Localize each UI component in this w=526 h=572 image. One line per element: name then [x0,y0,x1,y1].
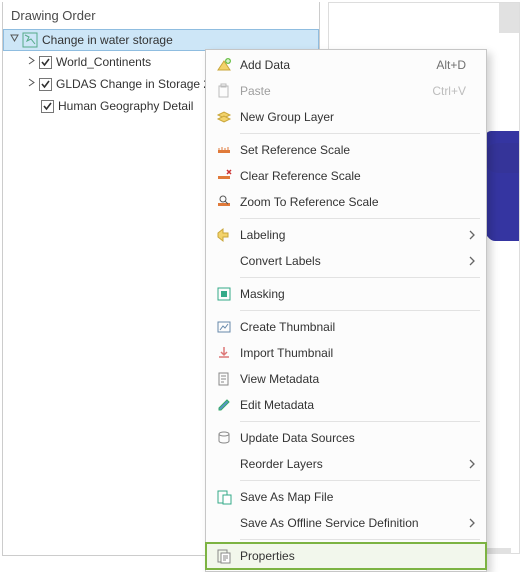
menu-label: Reorder Layers [236,457,466,471]
tree-label: GLDAS Change in Storage 2003 [56,77,230,91]
tree-label: Change in water storage [42,33,173,47]
menu-label: New Group Layer [236,110,466,124]
menu-separator [240,218,480,219]
menu-label: Zoom To Reference Scale [236,195,466,209]
menu-add-data[interactable]: Add Data Alt+D [206,52,486,78]
save-mapfile-icon [212,489,236,505]
masking-icon [212,286,236,302]
menu-label: Save As Map File [236,490,466,504]
menu-save-as-map-file[interactable]: Save As Map File [206,484,486,510]
map-icon [22,32,38,48]
chevron-right-icon [466,459,478,469]
properties-icon [212,548,236,564]
menu-label: Edit Metadata [236,398,466,412]
menu-shortcut: Alt+D [436,58,466,72]
menu-label: Properties [236,549,466,563]
expand-icon[interactable] [25,78,37,90]
collapse-icon[interactable] [8,34,20,46]
checkbox-checked[interactable] [39,56,52,69]
map-side-tab[interactable] [499,3,519,33]
menu-separator [240,421,480,422]
metadata-icon [212,371,236,387]
menu-new-group-layer[interactable]: New Group Layer [206,104,486,130]
zoom-scale-icon [212,194,236,210]
menu-labeling[interactable]: Labeling [206,222,486,248]
menu-clear-reference-scale[interactable]: Clear Reference Scale [206,163,486,189]
chevron-right-icon [466,256,478,266]
checkbox-checked[interactable] [39,78,52,91]
chevron-right-icon [466,518,478,528]
context-menu: Add Data Alt+D Paste Ctrl+V New Group La… [205,49,487,572]
menu-label: Update Data Sources [236,431,466,445]
panel-header: Drawing Order [3,2,319,29]
import-icon [212,345,236,361]
menu-label: Convert Labels [236,254,466,268]
menu-shortcut: Ctrl+V [432,84,466,98]
menu-properties[interactable]: Properties [206,543,486,569]
menu-paste: Paste Ctrl+V [206,78,486,104]
chevron-right-icon [466,230,478,240]
labeling-icon [212,227,236,243]
checkbox-checked[interactable] [41,100,54,113]
menu-separator [240,310,480,311]
tree-label: World_Continents [56,55,151,69]
set-scale-icon [212,142,236,158]
menu-reorder-layers[interactable]: Reorder Layers [206,451,486,477]
expand-icon[interactable] [25,56,37,68]
menu-label: Clear Reference Scale [236,169,466,183]
menu-view-metadata[interactable]: View Metadata [206,366,486,392]
tree-row-map[interactable]: Change in water storage [3,29,319,51]
menu-separator [240,480,480,481]
thumbnail-icon [212,319,236,335]
menu-separator [240,539,480,540]
menu-import-thumbnail[interactable]: Import Thumbnail [206,340,486,366]
pencil-icon [212,397,236,413]
menu-zoom-reference-scale[interactable]: Zoom To Reference Scale [206,189,486,215]
tree-label: Human Geography Detail [58,99,193,113]
paste-icon [212,83,236,99]
layers-icon [212,109,236,125]
add-data-icon [212,57,236,73]
menu-label: Add Data [236,58,428,72]
menu-label: Labeling [236,228,466,242]
menu-separator [240,277,480,278]
menu-label: Import Thumbnail [236,346,466,360]
menu-label: View Metadata [236,372,466,386]
menu-label: Paste [236,84,424,98]
menu-edit-metadata[interactable]: Edit Metadata [206,392,486,418]
menu-masking[interactable]: Masking [206,281,486,307]
menu-label: Save As Offline Service Definition [236,516,466,530]
menu-label: Masking [236,287,466,301]
menu-label: Set Reference Scale [236,143,466,157]
menu-update-data-sources[interactable]: Update Data Sources [206,425,486,451]
menu-separator [240,133,480,134]
clear-scale-icon [212,168,236,184]
menu-convert-labels[interactable]: Convert Labels [206,248,486,274]
menu-set-reference-scale[interactable]: Set Reference Scale [206,137,486,163]
menu-create-thumbnail[interactable]: Create Thumbnail [206,314,486,340]
database-icon [212,430,236,446]
menu-save-as-offline-service[interactable]: Save As Offline Service Definition [206,510,486,536]
menu-label: Create Thumbnail [236,320,466,334]
